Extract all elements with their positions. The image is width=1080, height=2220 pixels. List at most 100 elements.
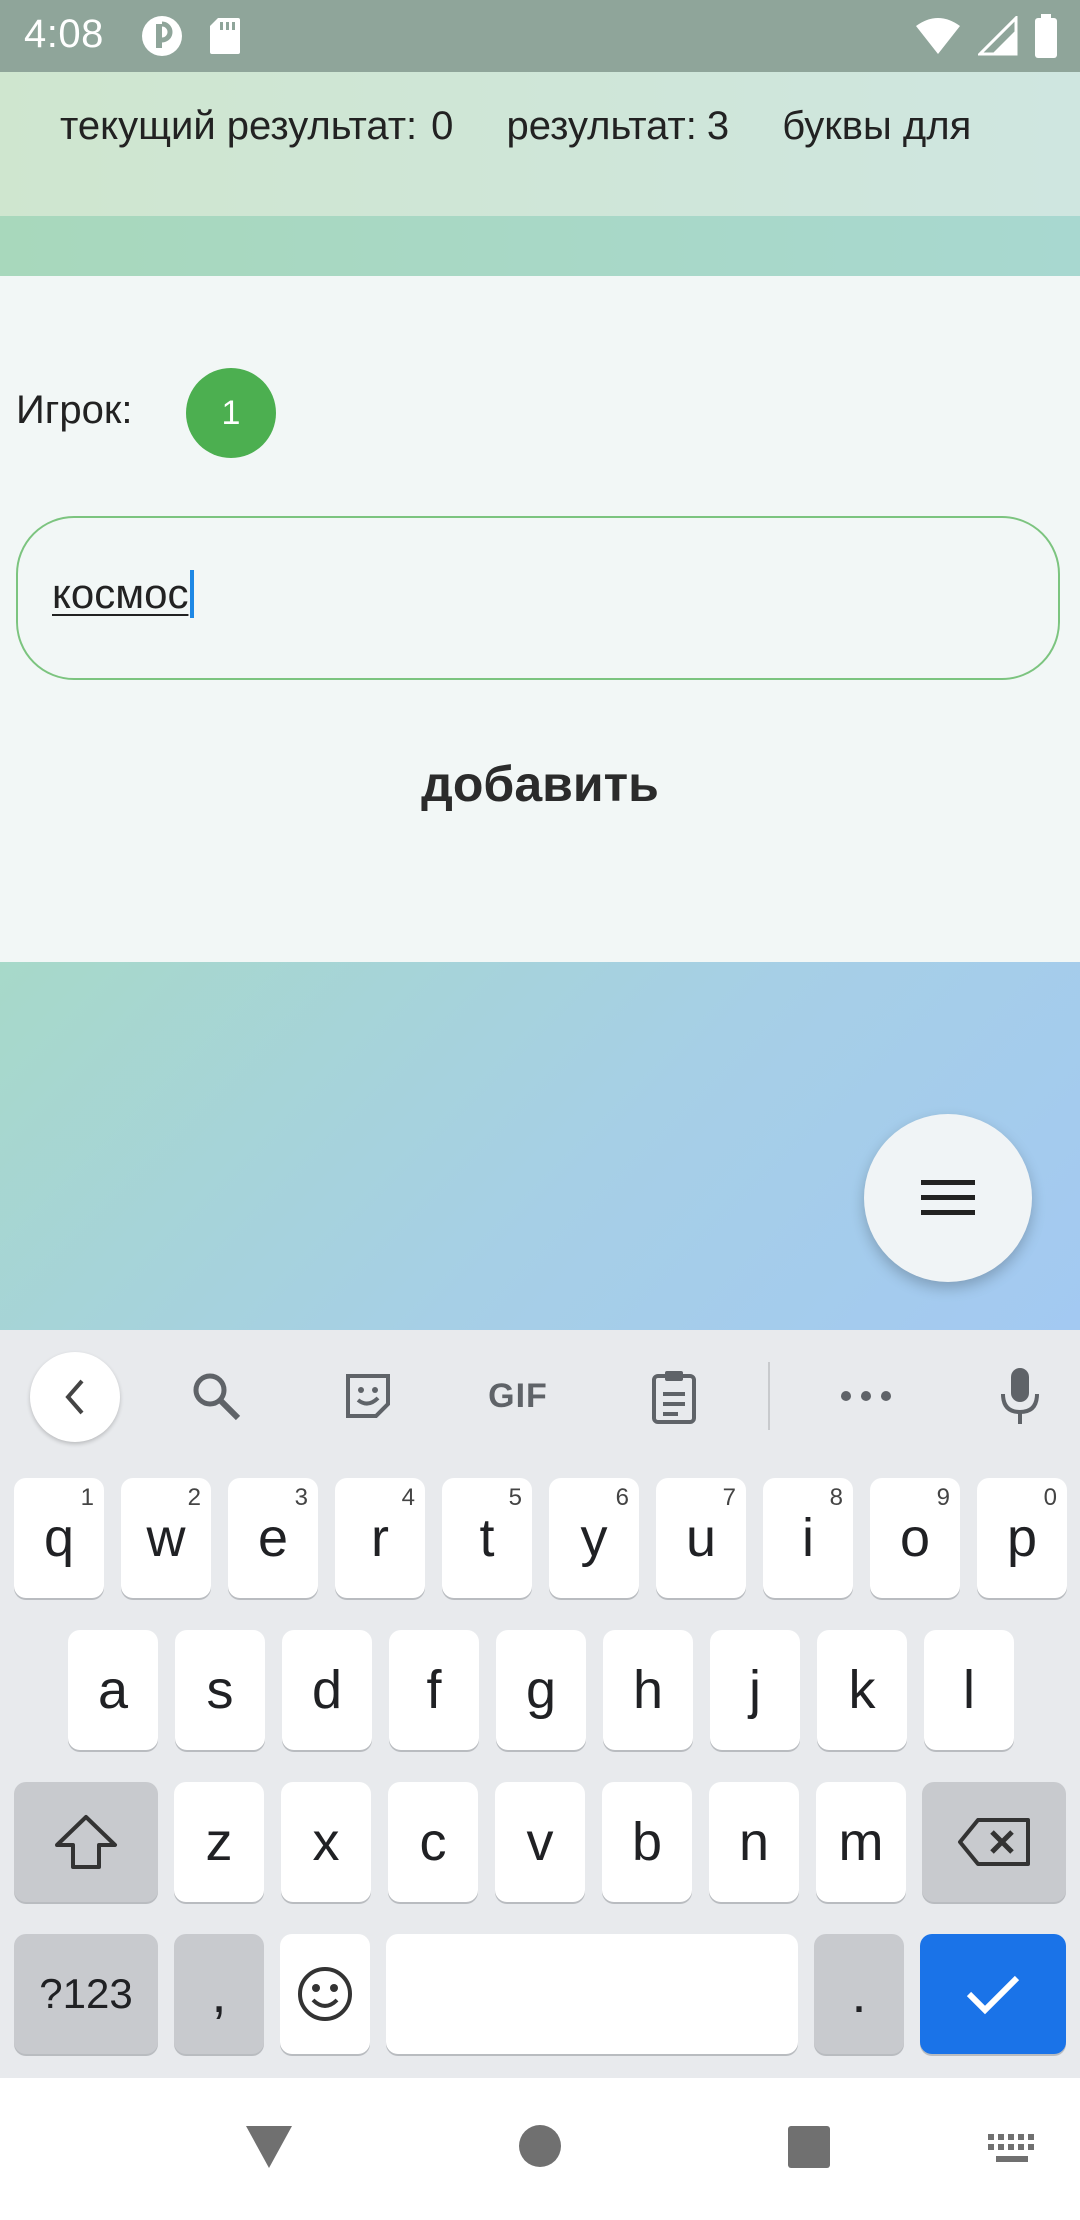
back-nav-button[interactable] <box>244 2122 294 2170</box>
key-c-label: c <box>419 1812 447 1872</box>
clipboard-icon <box>652 1371 696 1424</box>
navigation-bar <box>0 2078 1080 2220</box>
key-o[interactable]: o9 <box>870 1478 960 1598</box>
key-c[interactable]: c <box>388 1782 478 1902</box>
key-b[interactable]: b <box>602 1782 692 1902</box>
key-x[interactable]: x <box>281 1782 371 1902</box>
key-g[interactable]: g <box>496 1630 586 1750</box>
total-score: результат: 3 <box>507 104 730 149</box>
voice-input-button[interactable] <box>990 1366 1050 1426</box>
keyboard-toolbar: GIF <box>0 1330 1080 1462</box>
sticker-icon <box>346 1374 390 1418</box>
search-icon <box>193 1373 241 1421</box>
header-divider-strip <box>0 216 1080 276</box>
key-r-label: r <box>371 1508 389 1568</box>
cell-signal-icon <box>978 16 1018 56</box>
chevron-left-icon <box>65 1379 84 1415</box>
emoji-key[interactable] <box>280 1934 370 2054</box>
key-s-label: s <box>206 1660 234 1720</box>
key-p-label: p <box>1006 1508 1038 1568</box>
key-u-hint: 7 <box>722 1484 736 1511</box>
key-l-label: l <box>963 1660 975 1720</box>
key-k[interactable]: k <box>817 1630 907 1750</box>
letters-label: буквы для <box>782 104 972 148</box>
keyboard-switch-icon[interactable] <box>986 2132 1038 2166</box>
key-u[interactable]: u7 <box>656 1478 746 1598</box>
key-a[interactable]: a <box>68 1630 158 1750</box>
enter-key[interactable] <box>920 1934 1066 2054</box>
key-h[interactable]: h <box>603 1630 693 1750</box>
soft-keyboard: GIF q1w2e3r4t5y6u7i8o9p0asdfghj k l z x … <box>0 1330 1080 2078</box>
key-y-label: y <box>580 1508 608 1568</box>
key-x-label: x <box>312 1812 340 1872</box>
more-options-button[interactable] <box>836 1366 896 1426</box>
comma-key[interactable]: , <box>174 1934 264 2054</box>
key-e[interactable]: e3 <box>228 1478 318 1598</box>
key-m[interactable]: m <box>816 1782 906 1902</box>
key-f-label: f <box>426 1660 442 1720</box>
status-time: 4:08 <box>24 12 104 56</box>
key-o-label: o <box>899 1508 931 1568</box>
menu-fab-button[interactable] <box>864 1114 1032 1282</box>
key-u-label: u <box>685 1508 717 1568</box>
toolbar-divider <box>768 1362 770 1430</box>
home-nav-button[interactable] <box>518 2124 562 2168</box>
game-card: Игрок: 1 космос добавить <box>0 276 1080 962</box>
key-s[interactable]: s <box>175 1630 265 1750</box>
app-notification-icon <box>142 16 182 56</box>
symbols-key[interactable]: ?123 <box>14 1934 158 2054</box>
period-key-label: . <box>851 1964 867 2024</box>
sd-card-icon <box>210 18 240 54</box>
score-row: текущий результат: 0 результат: 3 буквы дл… <box>60 104 1020 149</box>
check-icon <box>966 1975 1020 2015</box>
key-r[interactable]: r4 <box>335 1478 425 1598</box>
shift-icon <box>55 1815 117 1869</box>
key-l[interactable]: l <box>924 1630 1014 1750</box>
key-w-hint: 2 <box>187 1484 201 1511</box>
word-input[interactable]: космос <box>16 516 1060 680</box>
word-input-value-wrap: космос <box>52 570 195 618</box>
key-z[interactable]: z <box>174 1782 264 1902</box>
clipboard-button[interactable] <box>644 1366 704 1426</box>
key-r-hint: 4 <box>401 1484 415 1511</box>
backspace-key[interactable] <box>922 1782 1066 1902</box>
key-e-label: e <box>257 1508 289 1568</box>
score-header: текущий результат: 0 результат: 3 буквы дл… <box>0 72 1080 216</box>
key-w-label: w <box>146 1508 186 1568</box>
backspace-icon <box>958 1818 1030 1866</box>
key-e-hint: 3 <box>294 1484 308 1511</box>
total-score-label: результат: <box>506 104 697 148</box>
key-p[interactable]: p0 <box>977 1478 1067 1598</box>
key-h-label: h <box>632 1660 664 1720</box>
current-score: текущий результат: 0 <box>60 104 453 149</box>
player-number-badge: 1 <box>186 368 276 458</box>
current-score-value: 0 <box>431 104 454 148</box>
key-z-label: z <box>205 1812 233 1872</box>
key-i[interactable]: i8 <box>763 1478 853 1598</box>
recents-nav-button[interactable] <box>788 2126 830 2168</box>
key-y[interactable]: y6 <box>549 1478 639 1598</box>
emoji-icon <box>298 1967 352 2021</box>
period-key[interactable]: . <box>814 1934 904 2054</box>
toolbar-collapse-button[interactable] <box>30 1352 120 1442</box>
key-f[interactable]: f <box>389 1630 479 1750</box>
key-i-hint: 8 <box>829 1484 843 1511</box>
key-j[interactable]: j <box>710 1630 800 1750</box>
keyboard-search-button[interactable] <box>186 1366 246 1426</box>
sticker-button[interactable] <box>338 1366 398 1426</box>
key-n[interactable]: n <box>709 1782 799 1902</box>
space-key[interactable] <box>386 1934 798 2054</box>
word-input-value: космос <box>52 570 189 617</box>
key-b-label: b <box>631 1812 663 1872</box>
key-v[interactable]: v <box>495 1782 585 1902</box>
key-q[interactable]: q1 <box>14 1478 104 1598</box>
gif-button[interactable]: GIF <box>478 1366 558 1426</box>
key-d[interactable]: d <box>282 1630 372 1750</box>
key-p-hint: 0 <box>1043 1484 1057 1511</box>
shift-key[interactable] <box>14 1782 158 1902</box>
text-cursor <box>190 570 195 618</box>
player-label: Игрок: <box>16 388 133 432</box>
key-w[interactable]: w2 <box>121 1478 211 1598</box>
add-word-button[interactable]: добавить <box>0 754 1080 814</box>
key-t[interactable]: t5 <box>442 1478 532 1598</box>
